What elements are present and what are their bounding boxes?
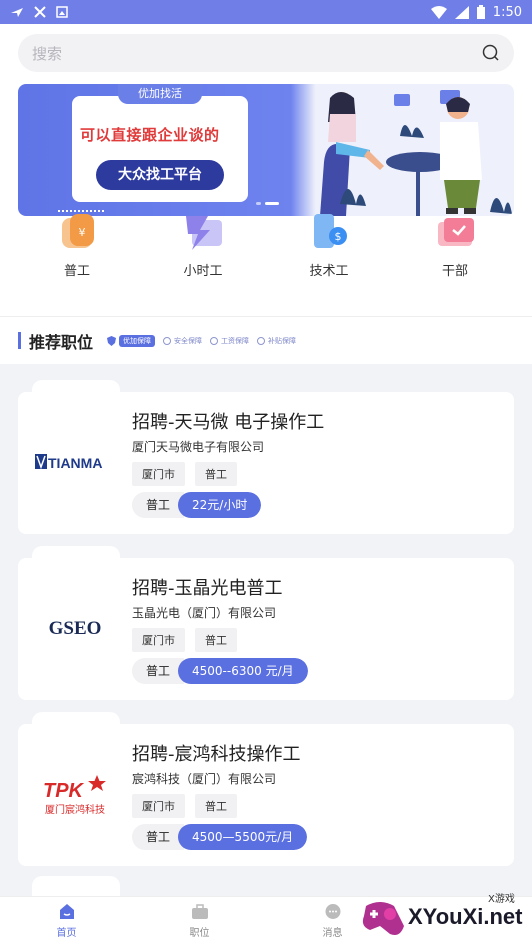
svg-text:¥: ¥ [79, 226, 86, 239]
check-circle-icon [257, 336, 266, 345]
section-accent-bar [18, 332, 21, 349]
image-icon [56, 6, 68, 18]
guarantee-wage: 工资保障 [210, 336, 249, 346]
home-icon [59, 903, 74, 919]
banner-button[interactable]: 大众找工平台 [96, 160, 224, 190]
job-tags: 厦门市 普工 [132, 794, 237, 818]
category-label: 技术工 [309, 264, 349, 279]
svg-text:TPK: TPK [43, 780, 85, 802]
svg-text:$: $ [335, 230, 342, 243]
job-title: 招聘-宸鸿科技操作工 [132, 744, 301, 765]
pay-pill: 普工 4500—5500元/月 [132, 824, 308, 850]
search-bar[interactable]: 搜索 [18, 34, 514, 72]
signal-icon [454, 5, 469, 19]
search-icon[interactable] [482, 44, 500, 62]
job-card[interactable]: TPK 厦门宸鸿科技 招聘-宸鸿科技操作工 宸鸿科技（厦门）有限公司 厦门市 普… [18, 712, 514, 866]
job-pay: 22元/小时 [178, 492, 262, 518]
watermark: X游戏 XYouXi.net [360, 888, 532, 944]
job-pay: 4500—5500元/月 [178, 824, 308, 850]
category-technician[interactable]: $ 技术工 [279, 212, 379, 279]
check-circle-icon [210, 336, 219, 345]
type-tag: 普工 [195, 628, 237, 652]
job-title: 招聘-天马微 电子操作工 [132, 412, 325, 433]
company-name: 宸鸿科技（厦门）有限公司 [132, 772, 277, 786]
category-label: 普工 [63, 264, 90, 279]
section-title: 推荐职位 [29, 332, 94, 352]
job-card[interactable]: GSEO 招聘-玉晶光电普工 玉晶光电（厦门）有限公司 厦门市 普工 普工 45… [18, 546, 514, 700]
company-logo: TIANMA [32, 432, 118, 492]
company-logo: GSEO [32, 598, 118, 658]
briefcase-tab-icon [191, 903, 208, 919]
category-general-worker[interactable]: ¥ 普工 [27, 212, 127, 279]
job-pay: 4500--6300 元/月 [178, 658, 308, 684]
shield-icon [107, 335, 117, 346]
phone-dollar-icon: $ [314, 214, 347, 248]
promo-banner[interactable]: 优加找活 可以直接跟企业谈的 大众找工平台 [18, 84, 514, 216]
category-hourly-worker[interactable]: 小时工 [153, 212, 253, 279]
tab-jobs[interactable]: 职位 [133, 897, 266, 944]
company-name: 厦门天马微电子有限公司 [132, 440, 265, 454]
chat-icon [325, 903, 340, 919]
company-name: 玉晶光电（厦门）有限公司 [132, 606, 277, 620]
money-bag-icon: ¥ [62, 214, 94, 248]
gamepad-icon [362, 902, 404, 935]
type-tag: 普工 [195, 794, 237, 818]
next-card-peek [32, 876, 120, 896]
job-tags: 厦门市 普工 [132, 462, 237, 486]
pay-pill: 普工 4500--6300 元/月 [132, 658, 308, 684]
briefcase-icon [438, 218, 474, 246]
guarantee-safety: 安全保障 [163, 336, 202, 346]
banner-illustration [320, 90, 512, 216]
location-tag: 厦门市 [132, 462, 185, 486]
status-time: 1:50 [492, 4, 522, 20]
header-area: 搜索 优加找活 可以直接跟企业谈的 大众找工平台 [0, 24, 532, 364]
wifi-icon [430, 5, 447, 19]
search-input[interactable]: 搜索 [32, 43, 482, 64]
tab-home[interactable]: 首页 [0, 897, 133, 944]
category-label: 干部 [441, 264, 468, 279]
svg-text:GSEO: GSEO [49, 618, 102, 639]
job-type: 普工 [132, 824, 185, 850]
guarantee-subsidy: 补贴保障 [257, 336, 296, 346]
battery-icon [476, 5, 485, 19]
category-label: 小时工 [183, 264, 223, 279]
close-icon [34, 6, 46, 18]
check-circle-icon [163, 336, 172, 345]
svg-text:TIANMA: TIANMA [48, 455, 102, 471]
banner-slogan: 可以直接跟企业谈的 [80, 126, 220, 144]
pay-pill: 普工 22元/小时 [132, 492, 262, 518]
category-cadre[interactable]: 干部 [405, 212, 505, 279]
job-type: 普工 [132, 492, 185, 518]
airplane-icon [11, 8, 23, 17]
svg-text:厦门宸鸿科技: 厦门宸鸿科技 [45, 803, 105, 816]
category-nav: ¥ 普工 小时工 $ 技术工 干部 [0, 212, 532, 279]
banner-pagination [256, 202, 279, 205]
banner-tab: 优加找活 [118, 84, 202, 104]
job-type: 普工 [132, 658, 185, 684]
type-tag: 普工 [195, 462, 237, 486]
lightning-icon [186, 216, 222, 250]
location-tag: 厦门市 [132, 628, 185, 652]
status-bar: 1:50 [0, 0, 532, 24]
section-header: 推荐职位 优加保障 安全保障 工资保障 补贴保障 [0, 316, 532, 364]
company-logo: TPK 厦门宸鸿科技 [32, 764, 118, 824]
guarantee-badge: 优加保障 [107, 334, 156, 347]
job-tags: 厦门市 普工 [132, 628, 237, 652]
location-tag: 厦门市 [132, 794, 185, 818]
job-title: 招聘-玉晶光电普工 [132, 578, 283, 599]
job-card[interactable]: TIANMA 招聘-天马微 电子操作工 厦门天马微电子有限公司 厦门市 普工 普… [18, 380, 514, 534]
